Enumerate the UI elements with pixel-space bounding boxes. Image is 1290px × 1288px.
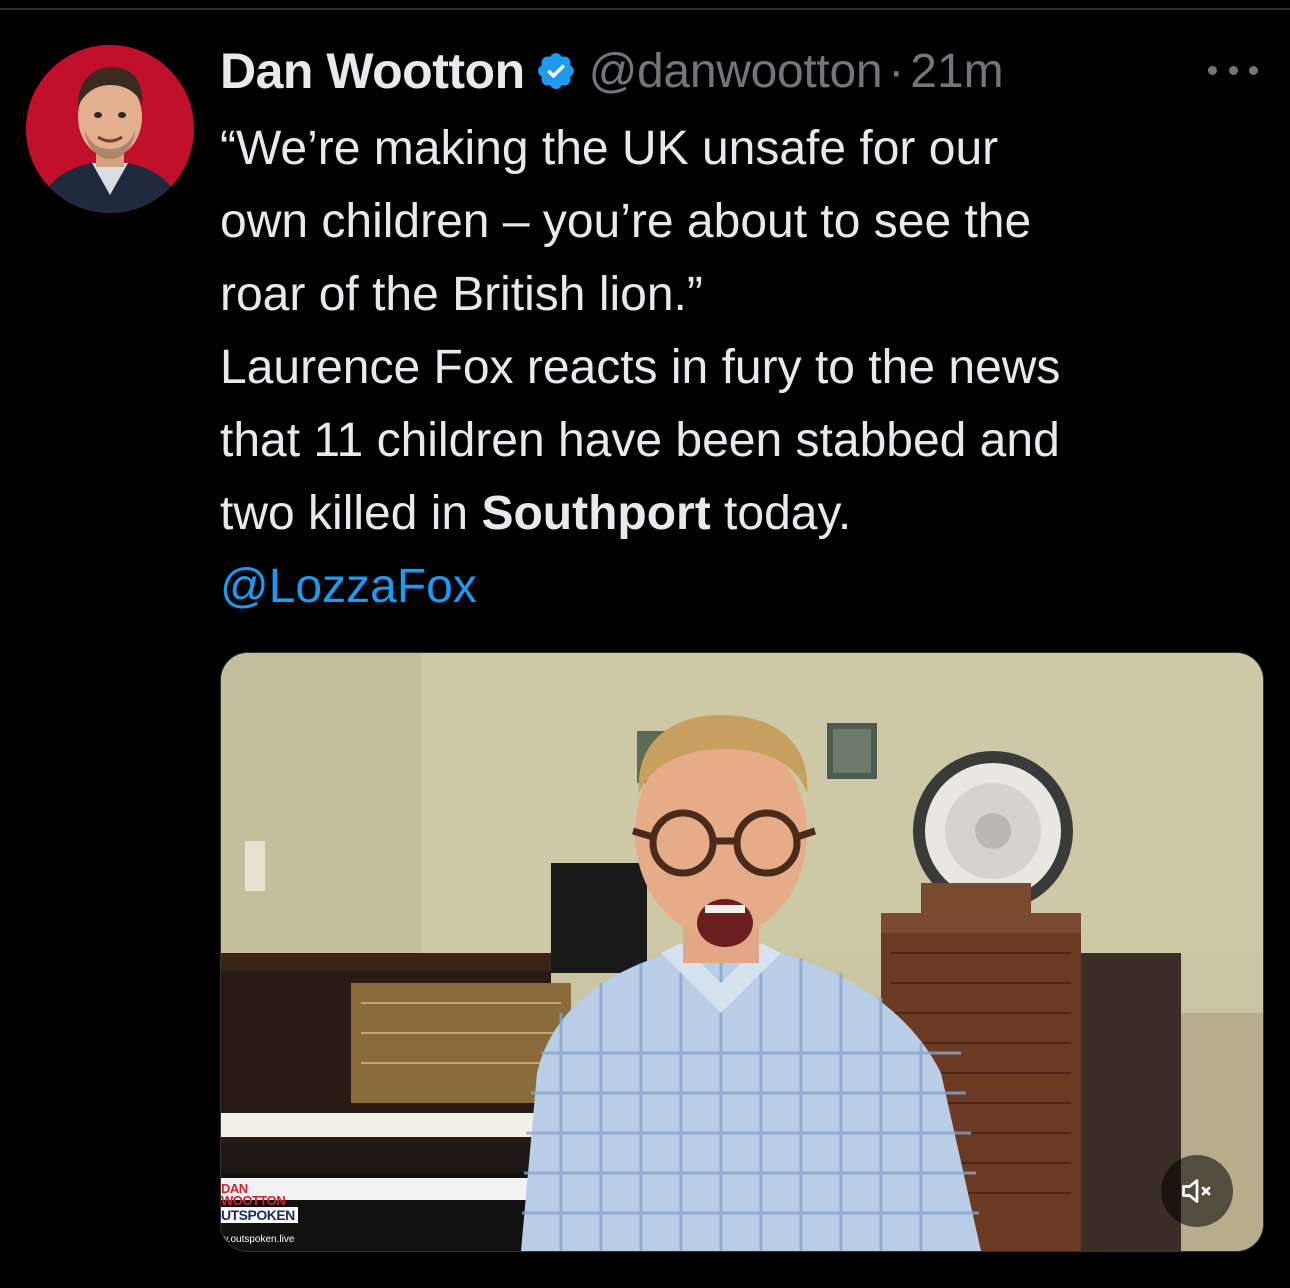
watermark-line2: WOOTTON [221, 1193, 286, 1208]
tweet-text-line: roar of the British lion.” [220, 268, 703, 321]
tweet-text-line: “We’re making the UK unsafe for our [220, 122, 999, 175]
channel-watermark: DAN WOOTTON UTSPOKEN w.outspoken.live [221, 1182, 341, 1247]
avatar[interactable] [26, 45, 194, 213]
text-segment: two killed in [220, 487, 482, 540]
watermark-url: w.outspoken.live [221, 1234, 295, 1245]
tweet-text: “We’re making the UK unsafe for our own … [220, 112, 1270, 623]
avatar-image [26, 45, 194, 213]
tweet-header: Dan Wootton @danwootton · 21m [220, 40, 1004, 102]
bold-text: Southport [481, 487, 711, 540]
tweet-text-line-last: two killed in Southport today. [220, 477, 1270, 550]
video-player[interactable]: DAN WOOTTON UTSPOKEN w.outspoken.live [220, 652, 1264, 1252]
mute-button[interactable] [1161, 1155, 1233, 1227]
more-horizontal-icon[interactable] [1208, 58, 1258, 82]
tweet-text-line: that 11 children have been stabbed and [220, 414, 1060, 467]
display-name[interactable]: Dan Wootton [220, 42, 525, 100]
tweet-text-line: own children – you’re about to see the [220, 195, 1032, 248]
video-frame [221, 653, 1263, 1251]
watermark-line3: UTSPOKEN [221, 1207, 298, 1223]
tweet-text-line: Laurence Fox reacts in fury to the news [220, 341, 1061, 394]
user-handle[interactable]: @danwootton [589, 44, 883, 99]
text-segment: today. [710, 487, 852, 540]
verified-badge-icon [535, 50, 577, 92]
mention-link[interactable]: @LozzaFox [220, 550, 1270, 623]
top-divider [0, 8, 1290, 10]
separator-dot: · [888, 44, 905, 98]
timestamp[interactable]: 21m [910, 44, 1003, 99]
volume-muted-icon [1179, 1173, 1215, 1209]
